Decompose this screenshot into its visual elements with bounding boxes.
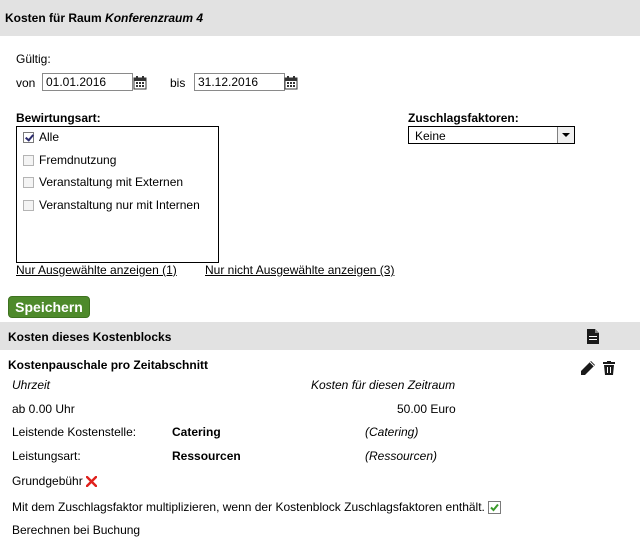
green-check-icon bbox=[487, 500, 501, 514]
trash-icon[interactable] bbox=[603, 361, 615, 375]
catering-option-fremdnutzung[interactable]: Fremdnutzung bbox=[23, 152, 116, 168]
catering-option-alle[interactable]: Alle bbox=[23, 129, 59, 145]
show-unselected-link[interactable]: Nur nicht Ausgewählte anzeigen (3) bbox=[205, 263, 394, 277]
col-cost-header: Kosten für diesen Zeitraum bbox=[311, 378, 456, 392]
surcharge-selected-value: Keine bbox=[415, 129, 446, 143]
cost-center-value: Catering bbox=[172, 425, 221, 439]
calc-text: Berechnen bei Buchung bbox=[12, 523, 141, 537]
cost-center-label: Leistende Kostenstelle: bbox=[12, 425, 137, 439]
save-button[interactable]: Speichern bbox=[8, 296, 90, 318]
checkbox[interactable] bbox=[23, 154, 34, 166]
cost-block-header: Kosten dieses Kostenblocks bbox=[0, 322, 640, 350]
from-date-input[interactable] bbox=[42, 73, 133, 91]
multiply-row: Mit dem Zuschlagsfaktor multiplizieren, … bbox=[12, 500, 501, 514]
base-fee-label: Grundgebühr bbox=[12, 474, 83, 488]
service-type-label: Leistungsart: bbox=[12, 449, 81, 463]
service-type-note: (Ressourcen) bbox=[365, 449, 438, 463]
room-name: Konferenzraum 4 bbox=[105, 11, 204, 25]
surcharge-select[interactable]: Keine bbox=[408, 126, 575, 144]
multiply-text: Mit dem Zuschlagsfaktor multiplizieren, … bbox=[12, 500, 485, 514]
document-icon[interactable] bbox=[587, 329, 599, 344]
calendar-icon[interactable] bbox=[133, 76, 147, 90]
checkbox[interactable] bbox=[23, 131, 34, 143]
show-selected-link[interactable]: Nur Ausgewählte anzeigen (1) bbox=[16, 263, 177, 277]
chevron-down-icon[interactable] bbox=[557, 127, 574, 143]
edit-pencil-icon[interactable] bbox=[580, 360, 596, 376]
service-type-value: Ressourcen bbox=[172, 449, 241, 463]
surcharge-label: Zuschlagsfaktoren: bbox=[408, 111, 519, 125]
checkbox[interactable] bbox=[23, 199, 34, 211]
cost-center-note: (Catering) bbox=[365, 425, 419, 439]
time-value: ab 0.00 Uhr bbox=[12, 402, 75, 416]
col-time-header: Uhrzeit bbox=[12, 378, 51, 392]
checkbox[interactable] bbox=[23, 176, 34, 188]
catering-option-interne[interactable]: Veranstaltung nur mit Internen bbox=[23, 197, 200, 213]
to-label: bis bbox=[170, 76, 186, 90]
cost-value: 50.00 Euro bbox=[397, 402, 456, 416]
validity-label: Gültig: bbox=[16, 52, 51, 66]
base-fee-row: Grundgebühr bbox=[12, 474, 97, 488]
from-label: von bbox=[16, 76, 36, 90]
red-cross-icon bbox=[85, 475, 97, 487]
catering-option-externe[interactable]: Veranstaltung mit Externen bbox=[23, 174, 183, 190]
page-header: Kosten für Raum Konferenzraum 4 bbox=[0, 0, 640, 36]
to-date-input[interactable] bbox=[194, 73, 285, 91]
cost-item-title: Kostenpauschale pro Zeitabschnitt bbox=[8, 358, 209, 372]
cost-block-title: Kosten dieses Kostenblocks bbox=[8, 330, 172, 344]
catering-listbox[interactable]: Alle Fremdnutzung Veranstaltung mit Exte… bbox=[16, 126, 219, 263]
catering-label: Bewirtungsart: bbox=[16, 111, 101, 125]
calendar-icon[interactable] bbox=[284, 76, 298, 90]
page-title: Kosten für Raum Konferenzraum 4 bbox=[5, 11, 204, 25]
